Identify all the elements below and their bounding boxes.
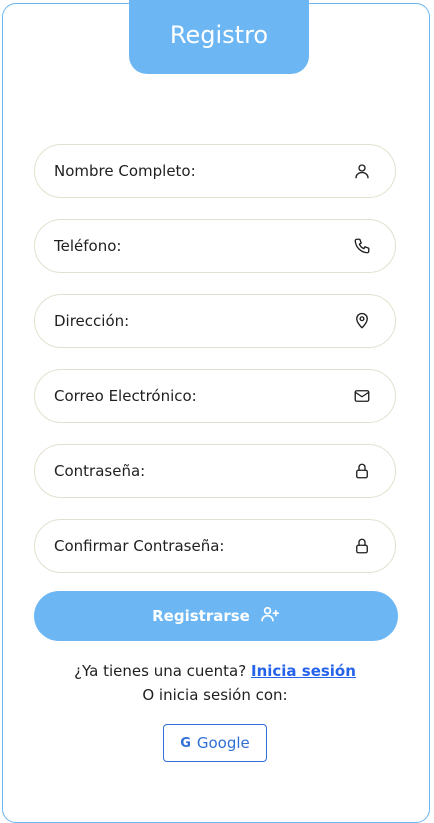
user-icon	[353, 162, 371, 180]
mail-icon	[353, 387, 371, 405]
full-name-input[interactable]	[54, 162, 324, 180]
email-input[interactable]	[54, 387, 324, 405]
email-field[interactable]	[34, 369, 396, 423]
login-prompt: ¿Ya tienes una cuenta? Inicia sesión	[0, 662, 430, 680]
alt-login-text: O inicia sesión con:	[142, 686, 288, 704]
register-button[interactable]: Registrarse	[34, 591, 398, 641]
address-input[interactable]	[54, 312, 324, 330]
password-field[interactable]	[34, 444, 396, 498]
google-login-button[interactable]: G Google	[163, 724, 267, 762]
google-g-icon: G	[180, 735, 191, 751]
lock-icon	[353, 462, 371, 480]
full-name-field[interactable]	[34, 144, 396, 198]
page-title: Registro	[169, 21, 269, 49]
map-pin-icon	[353, 312, 371, 330]
have-account-text: ¿Ya tienes una cuenta?	[74, 662, 247, 680]
phone-icon	[353, 237, 371, 255]
password-input[interactable]	[54, 462, 324, 480]
lock-icon	[353, 537, 371, 555]
phone-input[interactable]	[54, 237, 324, 255]
confirm-password-field[interactable]	[34, 519, 396, 573]
google-label: Google	[196, 734, 250, 752]
confirm-password-input[interactable]	[54, 537, 324, 555]
login-link[interactable]: Inicia sesión	[251, 662, 356, 680]
phone-field[interactable]	[34, 219, 396, 273]
register-button-label: Registrarse	[152, 607, 250, 625]
title-tab: Registro	[129, 0, 309, 74]
user-plus-icon	[260, 604, 280, 628]
address-field[interactable]	[34, 294, 396, 348]
